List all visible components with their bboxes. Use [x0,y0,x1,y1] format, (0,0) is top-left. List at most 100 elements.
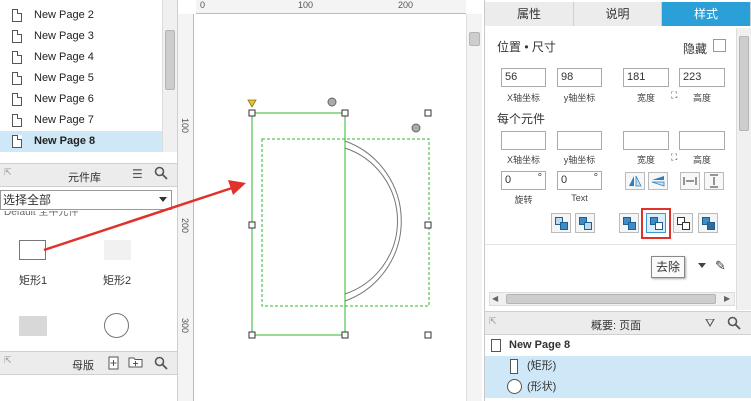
bring-forward-button[interactable] [575,213,595,233]
chevron-right-icon[interactable]: ▶ [724,294,730,303]
text-rotation-value: 0 [561,174,568,186]
page-item[interactable]: New Page 3 [0,26,162,47]
chevron-left-icon[interactable]: ◀ [492,294,498,303]
selection-handles[interactable] [248,109,432,339]
outline-item-shape[interactable]: (形状) [485,377,751,398]
each-y-field[interactable] [557,131,602,150]
rotate-handle-icon[interactable] [327,97,337,107]
page-item[interactable]: New Page 6 [0,89,162,110]
outline-item-label: (形状) [527,381,557,393]
page-item[interactable]: New Page 7 [0,110,162,131]
page-label: New Page 4 [34,51,94,63]
search-icon[interactable] [154,166,168,183]
y-label: y轴坐标 [563,155,596,165]
scrollbar-thumb[interactable] [739,36,749,131]
y-label: y轴坐标 [563,93,596,103]
flip-horizontal-button[interactable] [625,172,645,190]
circle-outline-icon [507,379,522,394]
outline-header: ⇱ 概要: 页面 ⛛ [485,311,751,335]
page-icon [12,93,22,106]
rectangle-outline-icon [510,359,518,374]
page-item[interactable]: New Page 4 [0,47,162,68]
each-width-field[interactable] [623,131,669,150]
rectangle-outline-icon[interactable] [19,240,46,260]
tab-properties[interactable]: 属性 [485,2,574,26]
rectangle-filled-icon[interactable] [104,240,131,260]
add-master-icon[interactable] [108,356,120,373]
library-title: 元件库 [68,172,101,184]
inspector-hscrollbar[interactable]: ◀ ▶ [489,292,735,306]
menu-icon[interactable]: ☰ [132,167,143,181]
scrollbar-thumb[interactable] [506,294,716,304]
flip-vertical-button[interactable] [648,172,668,190]
exclude-button[interactable] [646,213,666,233]
collapse-icon[interactable]: ⇱ [4,167,12,178]
masters-title: 母版 [72,360,94,372]
ruler-number: 100 [180,118,190,134]
rectangle-gray-icon[interactable] [19,316,47,336]
tab-notes[interactable]: 说明 [574,2,662,26]
scrollbar-thumb[interactable] [165,30,175,90]
collapse-icon[interactable]: ⇱ [489,316,497,327]
page-item[interactable]: New Page 5 [0,68,162,89]
text-rotation-field[interactable]: 0 ° [557,171,602,190]
search-icon[interactable] [154,356,168,373]
lock-aspect-icon[interactable]: ⛶ [671,152,677,163]
outline-item-label: (矩形) [527,360,557,372]
hide-checkbox[interactable] [713,39,726,52]
outline-item-rectangle[interactable]: (矩形) [485,356,751,377]
design-canvas[interactable]: 0 100 200 100 200 300 [178,0,484,401]
bring-to-front-button[interactable] [551,213,571,233]
send-to-back-button[interactable] [698,213,718,233]
collapse-icon[interactable]: ⇱ [4,355,12,366]
intersect-button[interactable] [673,213,693,233]
width-field[interactable]: 181 [623,68,669,87]
page-item[interactable]: New Page 2 [0,5,162,26]
scrollbar-thumb[interactable] [469,32,480,46]
tab-style[interactable]: 样式 [662,2,751,26]
inspector-scrollbar[interactable] [736,28,751,310]
library-select[interactable]: 选择全部 [0,190,172,210]
page-label: New Page 2 [34,9,94,21]
edit-icon[interactable]: ✎ [715,258,726,274]
rotation-field[interactable]: 0 ° [501,171,546,190]
search-icon[interactable] [727,316,741,333]
page-icon [12,30,22,43]
height-field[interactable]: 223 [679,68,725,87]
y-field[interactable]: 98 [557,68,602,87]
page-icon [12,135,22,148]
corner-radius-handle-icon[interactable] [247,99,257,108]
page-label: New Page 8 [34,135,96,147]
page-label: New Page 7 [34,114,94,126]
rotation-value: 0 [505,174,512,186]
canvas-scrollbar[interactable] [466,14,482,401]
lock-aspect-icon[interactable]: ⛶ [671,90,677,101]
each-x-field[interactable] [501,131,546,150]
widget-label: 矩形2 [103,275,132,287]
rotate-handle-icon[interactable] [411,123,421,133]
page-icon [12,9,22,22]
filter-icon[interactable]: ⛛ [705,316,715,331]
chevron-down-icon [159,197,167,202]
inspector-pane: 属性 说明 样式 位置 • 尺寸 隐藏 56 98 181 223 X轴坐标 y… [484,0,751,401]
distribute-horizontal-button[interactable] [680,172,700,190]
rectangle-shape[interactable] [251,112,346,336]
masters-header: ⇱ 母版 [0,351,177,375]
chevron-down-icon[interactable] [698,263,706,268]
distribute-vertical-button[interactable] [704,172,724,190]
x-field[interactable]: 56 [501,68,546,87]
canvas-drawing[interactable] [196,14,466,401]
x-label: X轴坐标 [506,93,540,103]
page-item-selected[interactable]: New Page 8 [0,131,162,152]
circle-icon[interactable] [104,313,129,338]
each-height-field[interactable] [679,131,725,150]
divider [485,244,736,245]
pages-scrollbar[interactable] [162,0,177,152]
degree-symbol: ° [593,172,598,184]
width-label: 宽度 [636,93,655,103]
library-header: ⇱ 元件库 ☰ [0,163,177,187]
ruler-number: 0 [200,0,206,10]
add-folder-icon[interactable] [128,356,143,371]
send-backward-button[interactable] [619,213,639,233]
outline-page-row[interactable]: New Page 8 [485,335,751,356]
